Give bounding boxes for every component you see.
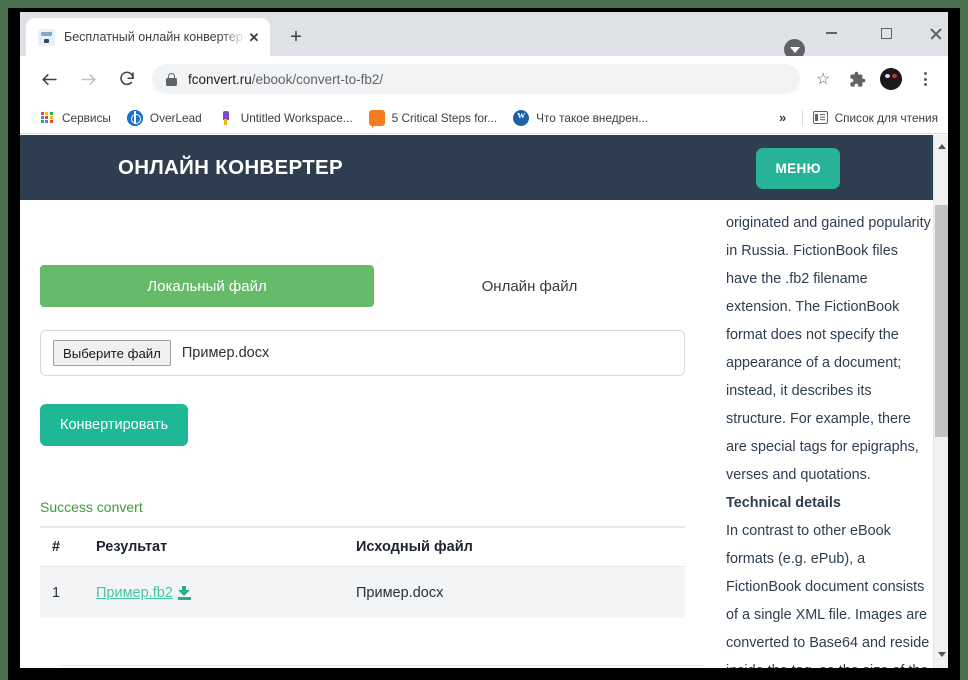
bookmark-label: Untitled Workspace... — [240, 110, 353, 125]
row-result-cell: Пример.fb2 — [96, 566, 356, 618]
scroll-down-arrow-icon[interactable] — [934, 646, 948, 662]
bookmark-label: 5 Critical Steps for... — [391, 110, 498, 125]
results-table-body: 1 Пример.fb2 Пример.docx — [40, 566, 685, 618]
file-input-row[interactable]: Выберите файл Пример.docx — [40, 330, 685, 376]
w-circle-icon — [513, 109, 530, 126]
row-source-file: Пример.docx — [356, 566, 685, 618]
download-icon — [177, 586, 191, 600]
url-path: /ebook/convert-to-fb2/ — [251, 71, 384, 87]
puzzle-piece-icon[interactable] — [842, 64, 872, 94]
section-divider — [60, 665, 705, 666]
article-paragraph-1: FictionBook is an open XML-based e-book … — [726, 159, 931, 483]
back-arrow-glyph — [41, 73, 57, 85]
tab-local-file[interactable]: Локальный файл — [40, 265, 374, 307]
article-heading-technical: Technical details — [726, 495, 841, 511]
puzzle-glyph — [849, 71, 865, 87]
bookmark-label: OverLead — [149, 110, 202, 125]
converter-form: Локальный файл Онлайн файл Выберите файл… — [40, 265, 700, 446]
result-download-link[interactable]: Пример.fb2 — [96, 584, 191, 601]
selected-file-name: Пример.docx — [181, 345, 270, 361]
reading-list-icon — [812, 111, 828, 124]
page-content: FB2 ОНЛАЙН КОНВЕРТЕР МЕНЮ Локальный файл… — [20, 135, 933, 668]
dot — [923, 77, 927, 81]
table-row: 1 Пример.fb2 Пример.docx — [40, 566, 685, 618]
article-text: Format introduction FictionBook is an op… — [726, 135, 933, 668]
site-header: ОНЛАЙН КОНВЕРТЕР МЕНЮ — [20, 135, 933, 200]
table-header-row: # Результат Исходный файл — [40, 526, 685, 567]
bookmark-label: Сервисы — [62, 110, 111, 125]
reading-list-label: Список для чтения — [834, 110, 938, 125]
bookmarks-bar: Сервисы OverLead Untitled Workspace... 5… — [20, 102, 948, 134]
column-header-index: # — [40, 526, 96, 567]
lock-icon — [166, 72, 177, 86]
column-header-result: Результат — [96, 526, 356, 567]
browser-tab-strip: Бесплатный онлайн конвертер ✕ + — [20, 12, 948, 60]
site-logo: ОНЛАЙН КОНВЕРТЕР — [118, 155, 343, 179]
article-paragraph-2: In contrast to other eBook formats (e.g.… — [726, 523, 930, 668]
bookmarks-overflow-button[interactable]: » — [770, 106, 796, 130]
dot — [923, 83, 927, 86]
menu-button[interactable]: МЕНЮ — [756, 148, 840, 189]
new-tab-button[interactable]: + — [282, 23, 310, 51]
forward-arrow-glyph — [80, 73, 96, 85]
bookmark-overlead[interactable]: OverLead — [120, 106, 209, 130]
bookmark-label: Что такое внедрен... — [536, 110, 649, 125]
lock-body — [166, 77, 177, 86]
maximize-icon[interactable] — [864, 16, 908, 50]
choose-file-button[interactable]: Выберите файл — [53, 340, 171, 366]
reading-list-button[interactable]: Список для чтения — [809, 106, 948, 130]
download-icon-base — [177, 597, 191, 600]
close-icon[interactable]: ✕ — [246, 29, 262, 45]
bookmark-vnedrenie[interactable]: Что такое внедрен... — [506, 106, 655, 130]
scroll-up-glyph — [937, 143, 946, 149]
forward-arrow-icon[interactable] — [73, 64, 103, 94]
bookmark-critical-steps[interactable]: 5 Critical Steps for... — [362, 106, 505, 130]
window-close-icon[interactable] — [913, 16, 948, 50]
column-header-source: Исходный файл — [356, 526, 685, 567]
sitemap-icon — [38, 28, 55, 46]
row-index: 1 — [40, 566, 96, 618]
scrollbar-thumb[interactable] — [935, 205, 948, 437]
address-bar[interactable]: fconvert.ru/ebook/convert-to-fb2/ — [152, 64, 800, 94]
bookmark-services[interactable]: Сервисы — [32, 106, 118, 130]
workspace-icon — [218, 110, 234, 126]
results-section: Success convert # Результат Исходный фай… — [40, 499, 702, 618]
scroll-down-glyph — [937, 651, 946, 657]
reload-glyph — [120, 71, 134, 85]
reload-icon[interactable] — [112, 64, 142, 94]
three-dot-menu-icon[interactable] — [910, 64, 940, 94]
avatar[interactable] — [876, 64, 906, 94]
avatar-icon — [880, 68, 902, 90]
maximize-glyph — [880, 27, 892, 39]
divider — [801, 109, 803, 126]
minimize-icon[interactable] — [809, 16, 853, 50]
browser-tab[interactable]: Бесплатный онлайн конвертер ✕ — [26, 18, 270, 56]
scroll-up-arrow-icon[interactable] — [934, 138, 948, 154]
browser-tab-title: Бесплатный онлайн конвертер — [64, 30, 243, 44]
result-file-name: Пример.fb2 — [96, 585, 173, 601]
speech-bubble-icon — [368, 109, 385, 126]
browser-toolbar: fconvert.ru/ebook/convert-to-fb2/ ☆ — [20, 56, 948, 102]
source-type-tabs: Локальный файл Онлайн файл — [40, 265, 685, 307]
google-apps-grid-icon — [39, 109, 55, 126]
results-table: # Результат Исходный файл 1 Пример.fb2 П… — [40, 526, 685, 618]
browser-window: Бесплатный онлайн конвертер ✕ + fconvert… — [20, 12, 948, 668]
download-arrow-glyph — [789, 46, 800, 53]
overlead-icon — [126, 109, 143, 126]
page-scrollbar[interactable] — [933, 135, 948, 668]
dot — [923, 72, 927, 75]
status-message: Success convert — [40, 499, 143, 515]
back-arrow-icon[interactable] — [34, 64, 64, 94]
article-sidebar: Format introduction FictionBook is an op… — [726, 135, 933, 668]
page-viewport: FB2 ОНЛАЙН КОНВЕРТЕР МЕНЮ Локальный файл… — [20, 135, 948, 668]
bookmark-workspace[interactable]: Untitled Workspace... — [211, 106, 360, 130]
tab-online-file[interactable]: Онлайн файл — [374, 265, 685, 307]
address-bar-url: fconvert.ru/ebook/convert-to-fb2/ — [188, 72, 383, 87]
minimize-glyph — [825, 32, 837, 34]
url-domain: fconvert.ru — [188, 71, 252, 87]
convert-button[interactable]: Конвертировать — [40, 404, 189, 446]
window-close-glyph — [929, 27, 942, 40]
results-table-head: # Результат Исходный файл — [40, 526, 685, 567]
bookmark-star-icon[interactable]: ☆ — [808, 64, 838, 94]
